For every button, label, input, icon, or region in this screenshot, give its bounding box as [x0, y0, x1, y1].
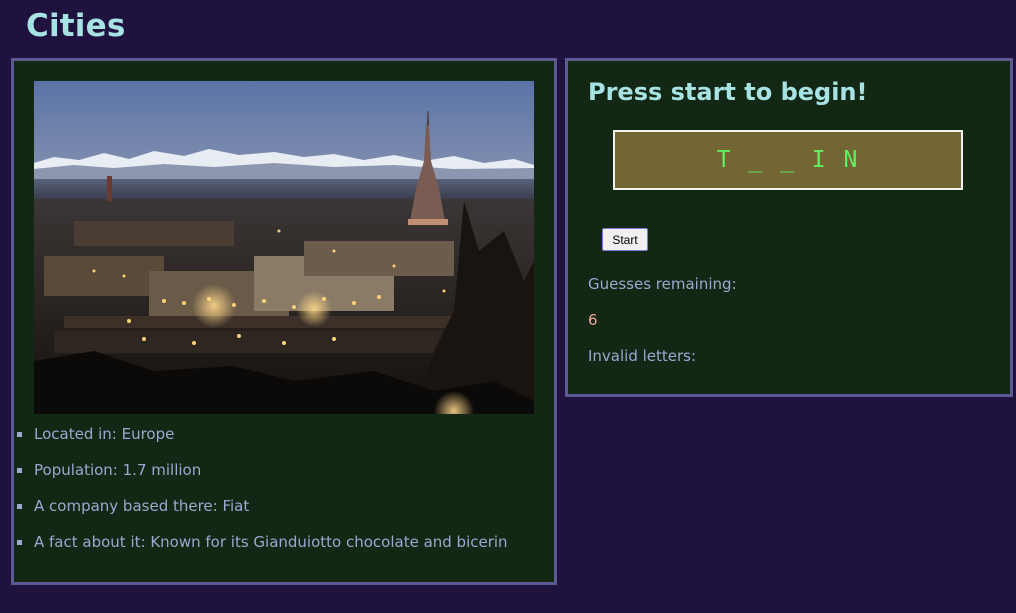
fact-text: A fact about it: Known for its Gianduiot…	[34, 533, 508, 551]
fact-company: A company based there: Fiat	[14, 496, 508, 532]
fact-text: Population: 1.7 million	[34, 461, 202, 479]
city-facts-list: Located in: Europe Population: 1.7 milli…	[14, 424, 508, 568]
fact-text: Located in: Europe	[34, 425, 175, 443]
guesses-remaining-label: Guesses remaining:	[588, 275, 737, 293]
game-panel: Press start to begin! T _ _ I N Start Gu…	[565, 58, 1013, 397]
start-button[interactable]: Start	[602, 228, 648, 251]
city-skyline-photo	[34, 81, 534, 414]
fact-trivia: A fact about it: Known for its Gianduiot…	[14, 532, 508, 568]
word-display: T _ _ I N	[613, 130, 963, 190]
page: Cities Located in: Europe Population: 1.…	[0, 0, 1016, 613]
bullet-icon	[17, 468, 22, 473]
guesses-remaining-value: 6	[588, 311, 598, 329]
city-info-panel: Located in: Europe Population: 1.7 milli…	[11, 58, 557, 585]
game-prompt: Press start to begin!	[588, 78, 868, 106]
bullet-icon	[17, 432, 22, 437]
fact-population: Population: 1.7 million	[14, 460, 508, 496]
fact-text: A company based there: Fiat	[34, 497, 250, 515]
page-title: Cities	[26, 8, 126, 44]
fact-location: Located in: Europe	[14, 424, 508, 460]
invalid-letters-label: Invalid letters:	[588, 347, 697, 365]
bullet-icon	[17, 540, 22, 545]
bullet-icon	[17, 504, 22, 509]
